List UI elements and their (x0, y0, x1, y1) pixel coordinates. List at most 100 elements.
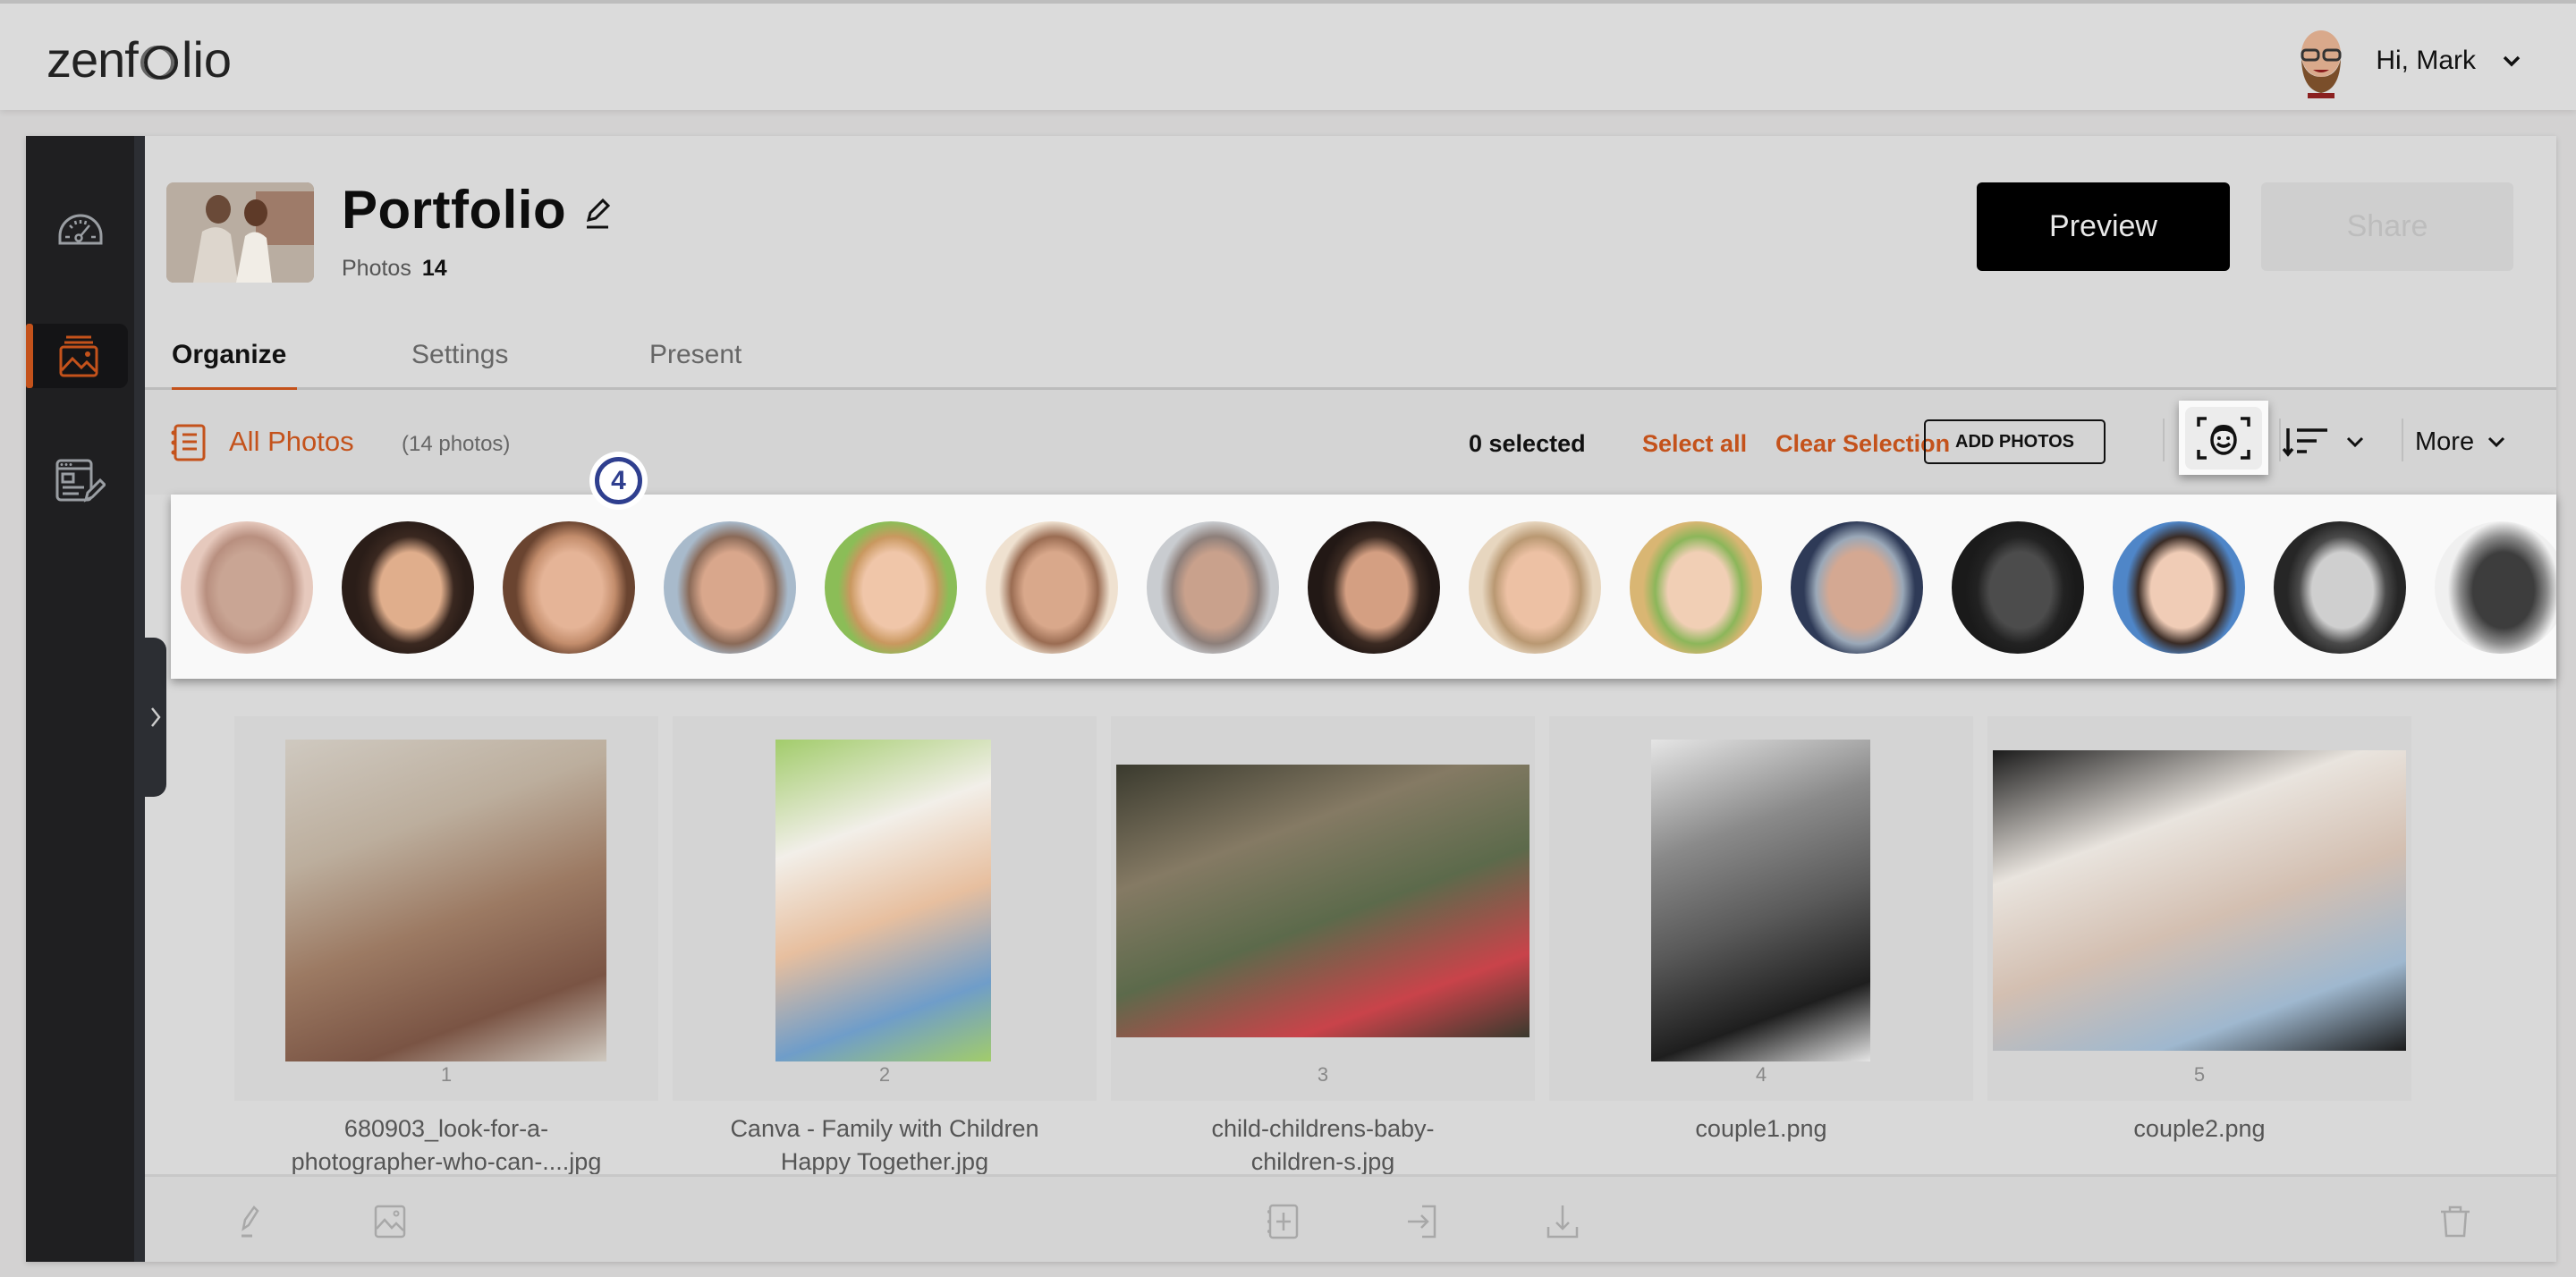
move-icon (1408, 1205, 1436, 1239)
photo-filename: couple2.png (1987, 1112, 2411, 1146)
filename-line: couple1.png (1695, 1115, 1827, 1142)
face-thumbnail[interactable] (825, 521, 957, 654)
filename-line: couple2.png (2133, 1115, 2266, 1142)
face-thumbnail[interactable] (1147, 521, 1279, 654)
face-thumbnail[interactable] (342, 521, 474, 654)
photo-count: Photos 14 (342, 256, 447, 282)
photos-toolbar: All Photos (14 photos) 0 selected Select… (145, 390, 2556, 495)
photo-index: 5 (2193, 1063, 2206, 1086)
toolbar-divider (2279, 419, 2281, 461)
face-thumbnail[interactable] (1952, 521, 2084, 654)
download-button[interactable] (1545, 1204, 1580, 1239)
filename-line: 680903_look-for-a- (343, 1115, 549, 1142)
all-photos-link[interactable]: All Photos (229, 426, 354, 458)
set-cover-icon (374, 1205, 406, 1239)
trash-icon (2441, 1205, 2470, 1238)
add-photos-button[interactable]: ADD PHOTOS (1924, 419, 2106, 464)
share-button[interactable]: Share (2261, 182, 2513, 271)
sort-button[interactable] (2283, 417, 2381, 467)
photo-card[interactable]: 4 (1549, 716, 1973, 1101)
face-thumbnail[interactable] (181, 521, 313, 654)
filename-line: Canva - Family with Children (730, 1115, 1039, 1142)
face-thumbnail[interactable] (986, 521, 1118, 654)
tab-organize[interactable]: Organize (172, 334, 297, 393)
speedometer-icon (58, 214, 102, 245)
photo-card[interactable]: 1 (234, 716, 658, 1101)
more-label: More (2415, 427, 2475, 456)
photo-thumbnail[interactable] (1116, 765, 1530, 1037)
photo-thumbnail[interactable] (1993, 750, 2406, 1051)
gallery-tabs: Organize Settings Present (145, 334, 2556, 393)
face-scan-icon (2197, 416, 2250, 460)
face-thumbnail[interactable] (1791, 521, 1923, 654)
preview-button[interactable]: Preview (1977, 182, 2230, 271)
face-thumbnail[interactable] (1630, 521, 1762, 654)
step-number: 4 (595, 457, 642, 504)
more-menu-button[interactable]: More (2415, 417, 2522, 467)
photo-index: 4 (1755, 1063, 1767, 1086)
sort-descending-icon (2283, 428, 2327, 457)
filename-line: child-childrens-baby- (1211, 1115, 1435, 1142)
pencil-icon (242, 1205, 259, 1238)
photo-thumbnail[interactable] (285, 740, 606, 1061)
user-menu[interactable]: Hi, Mark (2292, 23, 2522, 98)
set-cover-button[interactable] (372, 1204, 408, 1239)
face-thumbnail[interactable] (2113, 521, 2245, 654)
select-all-link[interactable]: Select all (1642, 430, 1747, 458)
face-thumbnail[interactable] (503, 521, 635, 654)
photo-thumbnail[interactable] (1651, 740, 1870, 1061)
edit-title-pencil-icon[interactable] (581, 195, 614, 231)
face-thumbnail[interactable] (1308, 521, 1440, 654)
svg-text:zenf: zenf (47, 31, 139, 88)
zenfolio-logo[interactable]: zenf lio (47, 25, 243, 97)
tab-present[interactable]: Present (649, 334, 757, 390)
photo-card[interactable]: 2 (673, 716, 1097, 1101)
face-thumbnail[interactable] (2274, 521, 2406, 654)
gallery-cover-thumbnail[interactable] (166, 182, 314, 283)
tab-settings[interactable]: Settings (411, 334, 528, 390)
photos-count-value: 14 (421, 256, 447, 281)
photo-index: 1 (440, 1063, 453, 1086)
toolbar-divider (2402, 419, 2403, 461)
user-avatar[interactable] (2292, 23, 2351, 98)
move-button[interactable] (1404, 1204, 1440, 1239)
svg-text:lio: lio (182, 31, 232, 88)
chevron-down-icon[interactable] (2501, 50, 2522, 72)
photo-filename: Canva - Family with Children Happy Togeth… (673, 1112, 1097, 1179)
photos-icon (59, 335, 98, 377)
photo-filename: child-childrens-baby-children-s.jpg (1111, 1112, 1535, 1179)
edit-photo-button[interactable] (234, 1204, 270, 1239)
photo-filename: couple1.png (1549, 1112, 1973, 1146)
face-recognition-strip (171, 495, 2556, 679)
photo-index: 3 (1317, 1063, 1329, 1086)
chevron-down-icon (2488, 436, 2505, 448)
add-to-button[interactable] (1265, 1204, 1301, 1239)
face-recognition-button[interactable] (2185, 406, 2262, 469)
selected-count: 0 selected (1469, 430, 1586, 457)
main-panel: Portfolio Photos 14 Preview Share Organiz… (26, 136, 2556, 1262)
face-thumbnail[interactable] (2435, 521, 2556, 654)
photos-label: Photos (342, 256, 411, 281)
face-thumbnail[interactable] (664, 521, 796, 654)
delete-button[interactable] (2437, 1204, 2473, 1239)
photo-card[interactable]: 3 (1111, 716, 1535, 1101)
all-photos-count: (14 photos) (402, 432, 511, 456)
sidebar-item-portfolio[interactable] (26, 324, 128, 388)
sidebar (26, 136, 145, 1262)
chevron-down-icon (2346, 436, 2364, 448)
toolbar-divider (2163, 419, 2165, 461)
album-list-icon (171, 424, 206, 461)
user-greeting[interactable]: Hi, Mark (2376, 46, 2476, 76)
sidebar-item-website-editor[interactable] (26, 449, 134, 513)
photo-index: 2 (878, 1063, 891, 1086)
cover-photo (166, 182, 314, 283)
add-to-gallery-icon (1267, 1204, 1299, 1239)
download-icon (1546, 1205, 1579, 1239)
sidebar-collapse-toggle[interactable] (145, 638, 166, 797)
photo-card[interactable]: 5 (1987, 716, 2411, 1101)
web-edit-icon (55, 459, 106, 503)
photo-thumbnail[interactable] (775, 740, 991, 1061)
face-thumbnail[interactable] (1469, 521, 1601, 654)
face-recognition-highlight (2179, 401, 2268, 475)
sidebar-item-dashboard[interactable] (26, 197, 134, 261)
